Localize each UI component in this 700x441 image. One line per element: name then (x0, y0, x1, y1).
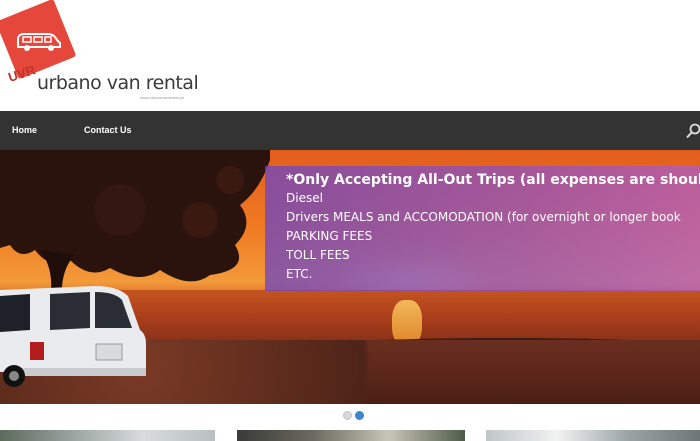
slide-line-parking: PARKING FEES (286, 229, 373, 243)
hero-slider[interactable]: *Only Accepting All-Out Trips (all expen… (0, 150, 700, 404)
slide-caption: *Only Accepting All-Out Trips (all expen… (265, 166, 700, 291)
slide-line-diesel: Diesel (286, 191, 323, 205)
gallery-thumbnail-1[interactable] (0, 430, 215, 441)
site-header: UVR urbano van rental www.urbanovanrenta… (0, 0, 700, 111)
brand-tagline: www.urbanovanrental.ph (140, 95, 185, 100)
search-icon[interactable] (686, 123, 700, 139)
van-photo (0, 286, 146, 387)
van-logo-icon (17, 33, 61, 51)
slide-line-etc: ETC. (286, 267, 313, 281)
slide-line-toll: TOLL FEES (286, 248, 350, 262)
gallery-thumbnail-3[interactable] (486, 430, 700, 441)
site-logo[interactable]: UVR urbano van rental www.urbanovanrenta… (0, 0, 200, 105)
nav-item-contact-us[interactable]: Contact Us (84, 111, 132, 150)
slide-dot-1[interactable] (343, 411, 352, 420)
slide-dot-2-active[interactable] (355, 411, 364, 420)
main-navbar: Home Contact Us (0, 111, 700, 150)
nav-item-home[interactable]: Home (12, 111, 37, 150)
slider-pagination (343, 411, 373, 423)
slide-title: *Only Accepting All-Out Trips (all expen… (286, 172, 700, 188)
brand-name: urbano van rental (37, 72, 199, 94)
slide-line-meals: Drivers MEALS and ACCOMODATION (for over… (286, 210, 681, 224)
logo-abbr: UVR (6, 62, 38, 85)
gallery-thumbnail-2[interactable] (237, 430, 465, 441)
